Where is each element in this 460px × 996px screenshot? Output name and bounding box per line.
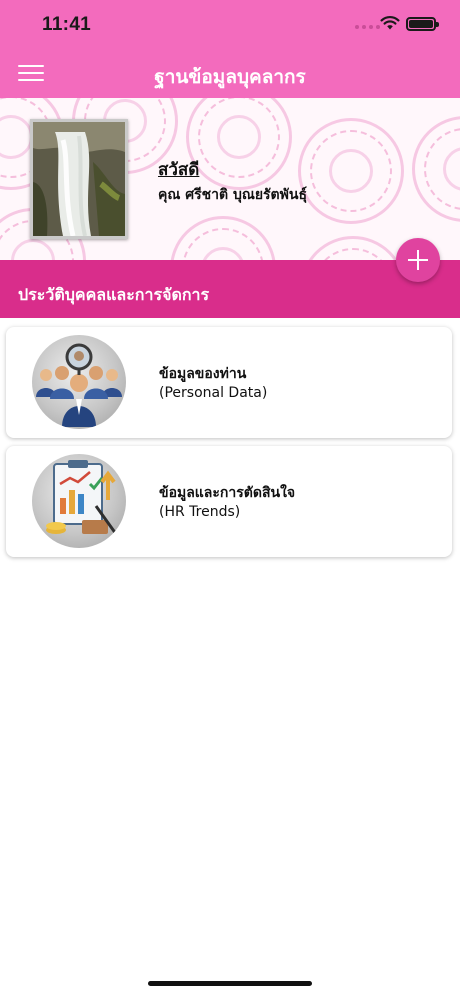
card-subtitle: (HR Trends)	[159, 504, 241, 520]
profile-photo	[30, 119, 128, 239]
personnel-search-icon	[32, 335, 126, 429]
personal-data-card[interactable]: ข้อมูลของท่าน (Personal Data)	[6, 327, 452, 438]
battery-icon	[406, 17, 439, 31]
status-time: 11:41	[42, 14, 92, 35]
hospital-seal-watermark	[298, 118, 404, 224]
hospital-seal-watermark	[186, 98, 292, 190]
hospital-seal-watermark	[412, 116, 460, 222]
card-title: ข้อมูลของท่าน	[159, 366, 247, 382]
cellular-signal-icon	[355, 25, 380, 29]
navigation-bar: ฐานข้อมูลบุคลากร	[0, 50, 460, 98]
status-bar: 11:41	[0, 0, 460, 50]
home-indicator[interactable]	[148, 981, 312, 986]
add-button[interactable]	[396, 238, 440, 282]
hr-trends-card[interactable]: ข้อมูลและการตัดสินใจ (HR Trends)	[6, 446, 452, 557]
hospital-seal-watermark	[170, 216, 276, 260]
wifi-icon	[380, 16, 400, 30]
hospital-seal-watermark	[300, 236, 406, 260]
card-title: ข้อมูลและการตัดสินใจ	[159, 485, 296, 501]
hr-trends-chart-icon	[32, 454, 126, 548]
card-subtitle: (Personal Data)	[159, 385, 268, 401]
section-title: ประวัติบุคคลและการจัดการ	[18, 285, 210, 304]
greeting-text: สวัสดี	[158, 160, 200, 180]
page-title: ฐานข้อมูลบุคลากร	[154, 66, 306, 88]
user-name: คุณ ศรีชาติ บุณยรัตพันธุ์	[158, 187, 307, 203]
section-header: ประวัติบุคคลและการจัดการ	[0, 260, 460, 318]
